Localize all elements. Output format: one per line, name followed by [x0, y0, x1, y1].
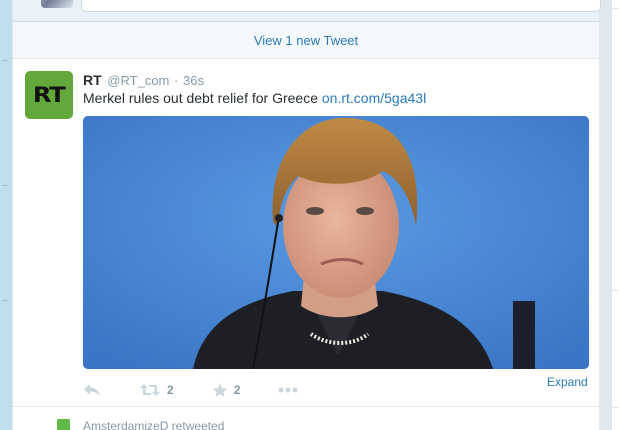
tweet-author-username[interactable]: @RT_com: [107, 73, 169, 88]
tweet-timestamp[interactable]: 36s: [183, 73, 204, 88]
favorite-count: 2: [233, 383, 241, 397]
side-module-divider: [612, 290, 619, 291]
tweet-author-avatar[interactable]: RT: [25, 71, 73, 119]
retweet-context[interactable]: AmsterdamizeD retweeted: [83, 419, 224, 430]
photo-image: [83, 116, 589, 369]
tweet-author-name[interactable]: RT: [83, 72, 102, 88]
retweet-count: 2: [167, 383, 174, 397]
user-avatar[interactable]: [41, 0, 73, 8]
favorite-action[interactable]: 2: [212, 383, 241, 398]
page-background-left: [0, 0, 12, 430]
side-module-divider: [612, 407, 619, 408]
background-mark: [2, 300, 8, 301]
expand-link[interactable]: Expand: [547, 375, 588, 389]
tweet[interactable]: RT RT @RT_com · 36s Merkel rules out deb…: [13, 59, 599, 407]
more-action[interactable]: [278, 387, 298, 393]
retweet-action[interactable]: 2: [139, 383, 174, 397]
tweet-header-separator: ·: [174, 73, 179, 88]
background-mark: [2, 60, 8, 61]
tweet-compose-area: [13, 0, 601, 22]
next-tweet[interactable]: AmsterdamizeD retweeted: [13, 407, 599, 430]
side-module: [611, 0, 619, 430]
reply-icon[interactable]: [83, 383, 101, 397]
tweet-photo[interactable]: [83, 116, 589, 369]
star-icon[interactable]: [212, 383, 228, 398]
background-mark: [2, 185, 8, 186]
rt-logo-text: RT: [33, 83, 66, 107]
retweet-icon[interactable]: [139, 383, 161, 397]
more-icon[interactable]: [278, 387, 298, 393]
tweet-header: RT @RT_com · 36s: [83, 72, 204, 88]
side-module-divider: [612, 8, 619, 9]
tweet-text: Merkel rules out debt relief for Greece …: [83, 90, 426, 106]
timeline-stream: View 1 new Tweet RT RT @RT_com · 36s Mer…: [12, 0, 601, 430]
tweet-text-body: Merkel rules out debt relief for Greece: [83, 90, 318, 106]
view-new-tweets-bar[interactable]: View 1 new Tweet: [13, 22, 599, 59]
retweeted-icon: [57, 419, 70, 430]
reply-action[interactable]: [83, 383, 101, 397]
view-new-tweets-label[interactable]: View 1 new Tweet: [254, 33, 358, 48]
tweet-actions: 2 2: [83, 379, 336, 401]
tweet-link[interactable]: on.rt.com/5ga43l: [322, 90, 426, 106]
compose-input[interactable]: [81, 0, 601, 12]
